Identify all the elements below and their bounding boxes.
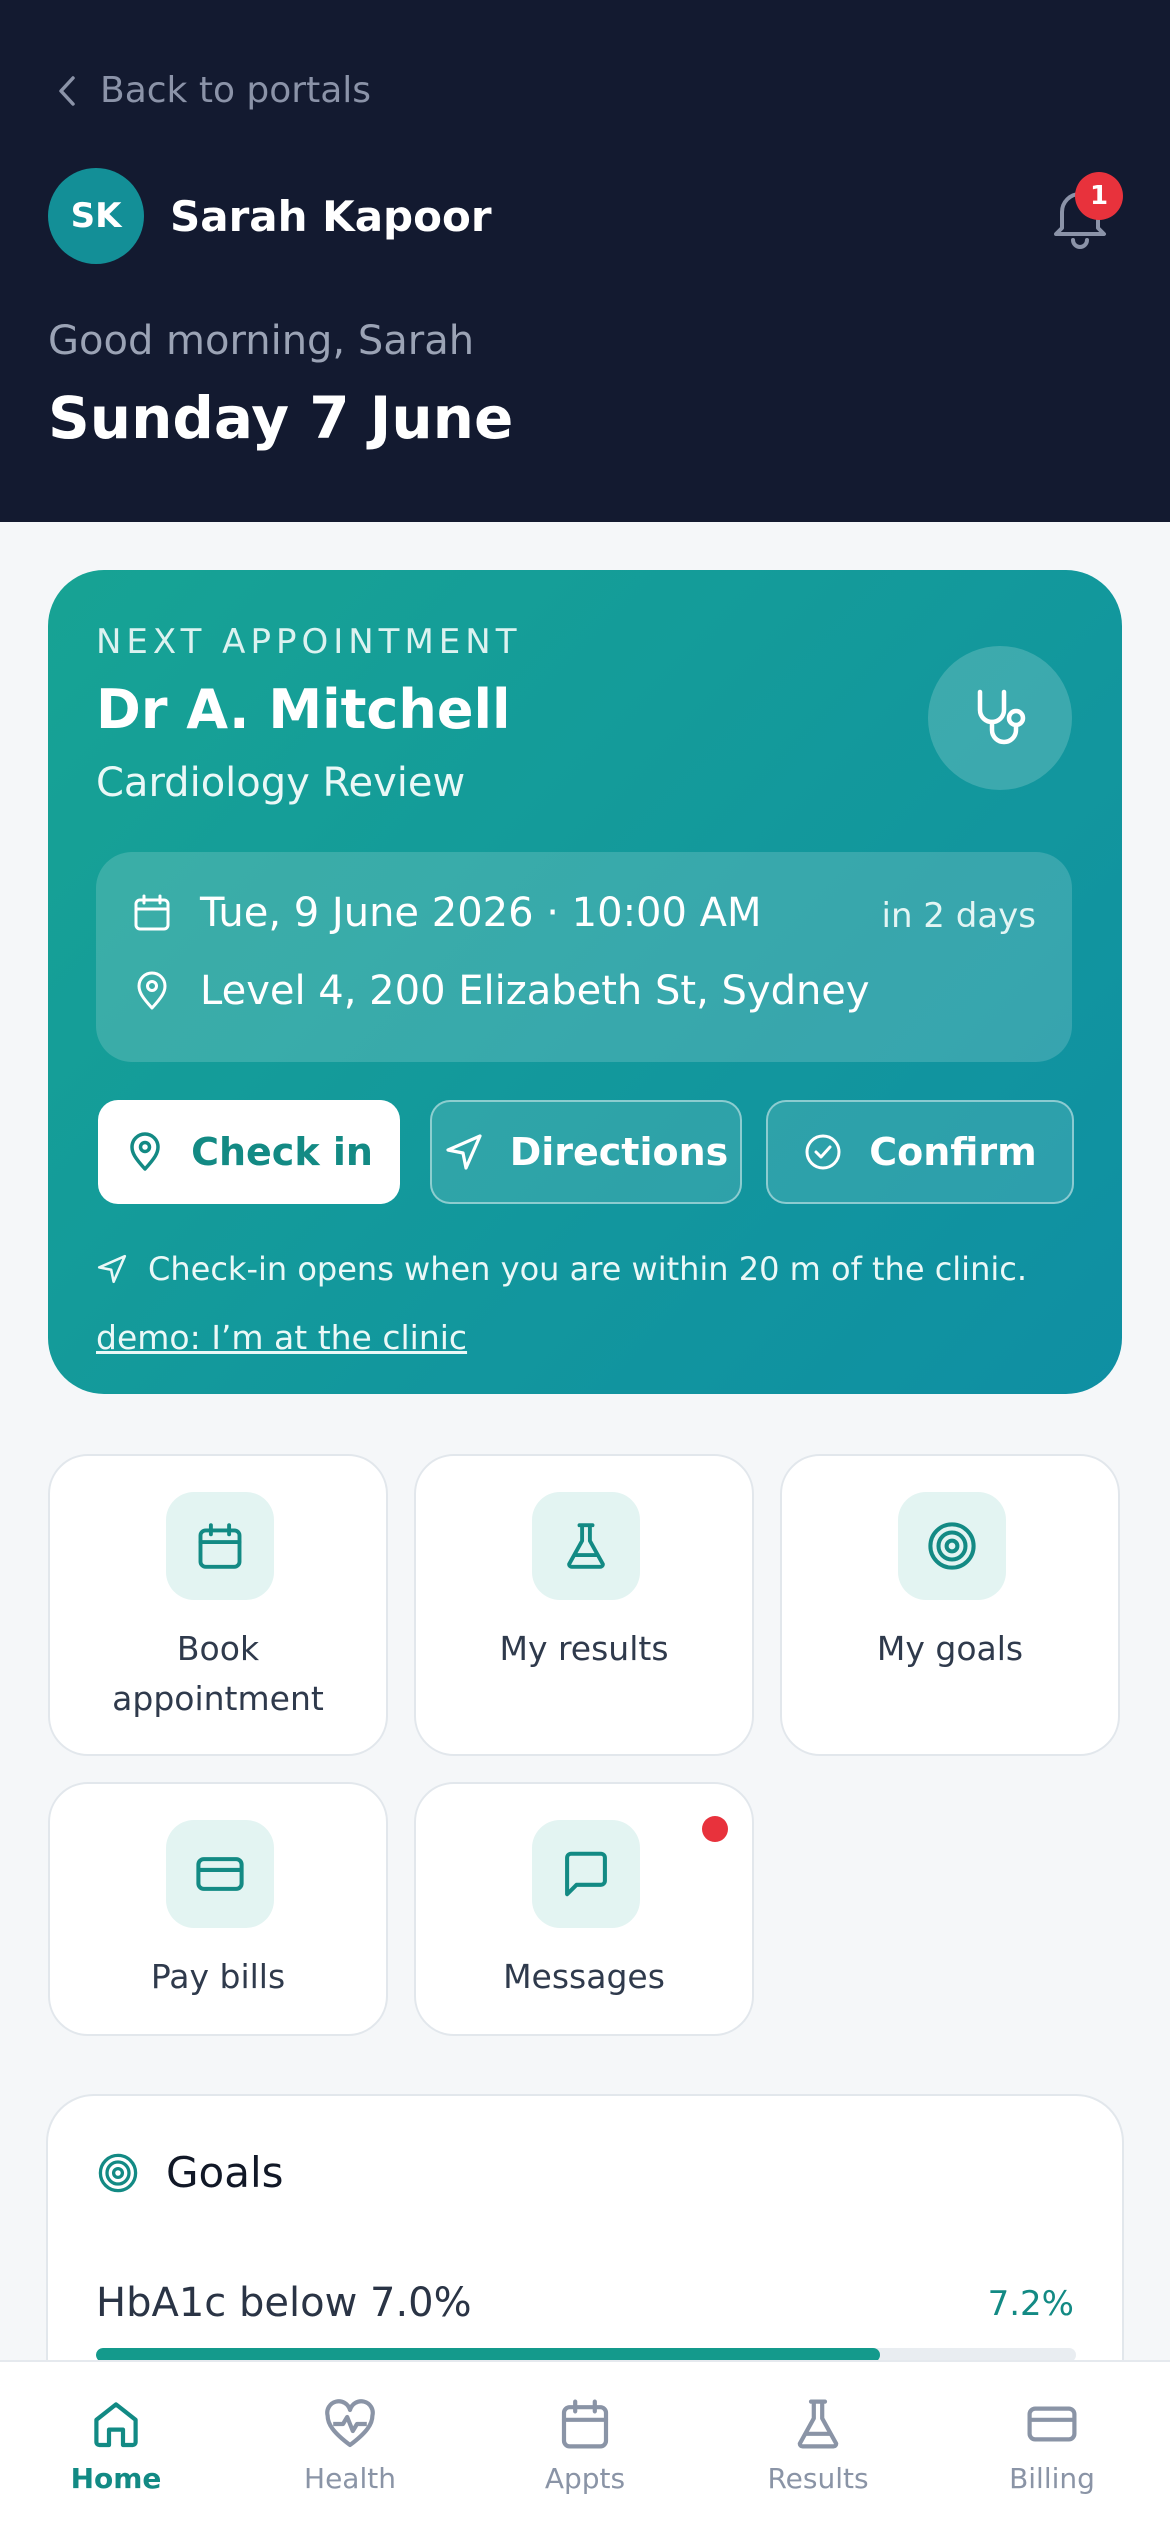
tile-label: Book appointment — [112, 1629, 324, 1718]
navigation-arrow-icon — [96, 1253, 128, 1285]
pay-bills-tile[interactable]: Pay bills — [48, 1782, 388, 2036]
goals-header: Goals — [96, 2148, 284, 2197]
nav-label: Results — [767, 2462, 869, 2495]
header: Back to portals SK Sarah Kapoor 1 Good m… — [0, 0, 1170, 522]
nav-health[interactable]: Health — [250, 2396, 450, 2495]
avatar: SK — [48, 168, 144, 264]
appointment-location-row: Level 4, 200 Elizabeth St, Sydney — [132, 968, 870, 1014]
nav-label: Appts — [544, 2462, 626, 2495]
appointment-datetime-row: Tue, 9 June 2026 · 10:00 AM — [132, 890, 762, 936]
appointment-type: Cardiology Review — [96, 760, 466, 806]
notification-count-badge: 1 — [1075, 172, 1123, 220]
check-in-button[interactable]: Check in — [98, 1100, 400, 1204]
check-in-note: Check-in opens when you are within 20 m … — [96, 1250, 1027, 1288]
confirm-button[interactable]: Confirm — [766, 1100, 1074, 1204]
flask-icon — [790, 2396, 846, 2452]
goal-name: HbA1c below 7.0% — [96, 2280, 472, 2326]
user-name: Sarah Kapoor — [170, 191, 492, 241]
check-in-label: Check in — [191, 1130, 373, 1174]
message-icon — [532, 1820, 640, 1928]
my-goals-tile[interactable]: My goals — [780, 1454, 1120, 1756]
confirm-label: Confirm — [869, 1130, 1037, 1174]
credit-card-icon — [166, 1820, 274, 1928]
heart-pulse-icon — [322, 2396, 378, 2452]
home-icon — [88, 2396, 144, 2452]
goal-value: 7.2% — [987, 2284, 1074, 2324]
appointment-details: Tue, 9 June 2026 · 10:00 AM in 2 days Le… — [96, 852, 1072, 1062]
target-icon — [96, 2151, 140, 2195]
demo-at-clinic-link[interactable]: demo: I’m at the clinic — [96, 1318, 467, 1357]
my-results-tile[interactable]: My results — [414, 1454, 754, 1756]
credit-card-icon — [1024, 2396, 1080, 2452]
tile-label: Pay bills — [150, 1957, 286, 1996]
nav-results[interactable]: Results — [718, 2396, 918, 2495]
chevron-left-icon — [56, 74, 78, 108]
nav-appts[interactable]: Appts — [485, 2396, 685, 2495]
messages-tile[interactable]: Messages — [414, 1782, 754, 2036]
appointment-location: Level 4, 200 Elizabeth St, Sydney — [200, 968, 870, 1014]
back-to-portals-link[interactable]: Back to portals — [56, 70, 371, 111]
tile-label: My goals — [876, 1629, 1024, 1668]
page-title: Sunday 7 June — [48, 384, 514, 452]
next-appointment-card: NEXT APPOINTMENT Dr A. Mitchell Cardiolo… — [48, 570, 1122, 1394]
bottom-nav: Home Health Appts Results Billing — [0, 2360, 1170, 2532]
goals-title: Goals — [166, 2148, 284, 2197]
check-in-note-text: Check-in opens when you are within 20 m … — [148, 1250, 1027, 1288]
appointment-doctor: Dr A. Mitchell — [96, 678, 511, 741]
appointment-eyebrow: NEXT APPOINTMENT — [96, 622, 522, 662]
appointment-datetime: Tue, 9 June 2026 · 10:00 AM — [200, 890, 762, 936]
book-appointment-tile[interactable]: Book appointment — [48, 1454, 388, 1756]
map-pin-icon — [132, 971, 172, 1011]
stethoscope-icon — [928, 646, 1072, 790]
back-label: Back to portals — [100, 70, 372, 111]
tile-label: My results — [499, 1629, 669, 1668]
unread-dot — [702, 1816, 728, 1842]
nav-home[interactable]: Home — [16, 2396, 216, 2495]
calendar-icon — [557, 2396, 613, 2452]
check-circle-icon — [803, 1132, 843, 1172]
target-icon — [898, 1492, 1006, 1600]
flask-icon — [532, 1492, 640, 1600]
greeting: Good morning, Sarah — [48, 318, 475, 364]
appointment-relative-time: in 2 days — [881, 896, 1037, 936]
nav-label: Home — [70, 2462, 162, 2495]
nav-billing[interactable]: Billing — [952, 2396, 1152, 2495]
nav-label: Health — [304, 2462, 396, 2495]
calendar-icon — [166, 1492, 274, 1600]
directions-label: Directions — [509, 1130, 729, 1174]
tile-label: Messages — [503, 1957, 665, 1996]
navigation-arrow-icon — [444, 1132, 484, 1172]
user-profile: SK Sarah Kapoor — [48, 168, 492, 264]
map-pin-icon — [125, 1132, 165, 1172]
calendar-icon — [132, 893, 172, 933]
directions-button[interactable]: Directions — [430, 1100, 742, 1204]
nav-label: Billing — [1009, 2462, 1095, 2495]
